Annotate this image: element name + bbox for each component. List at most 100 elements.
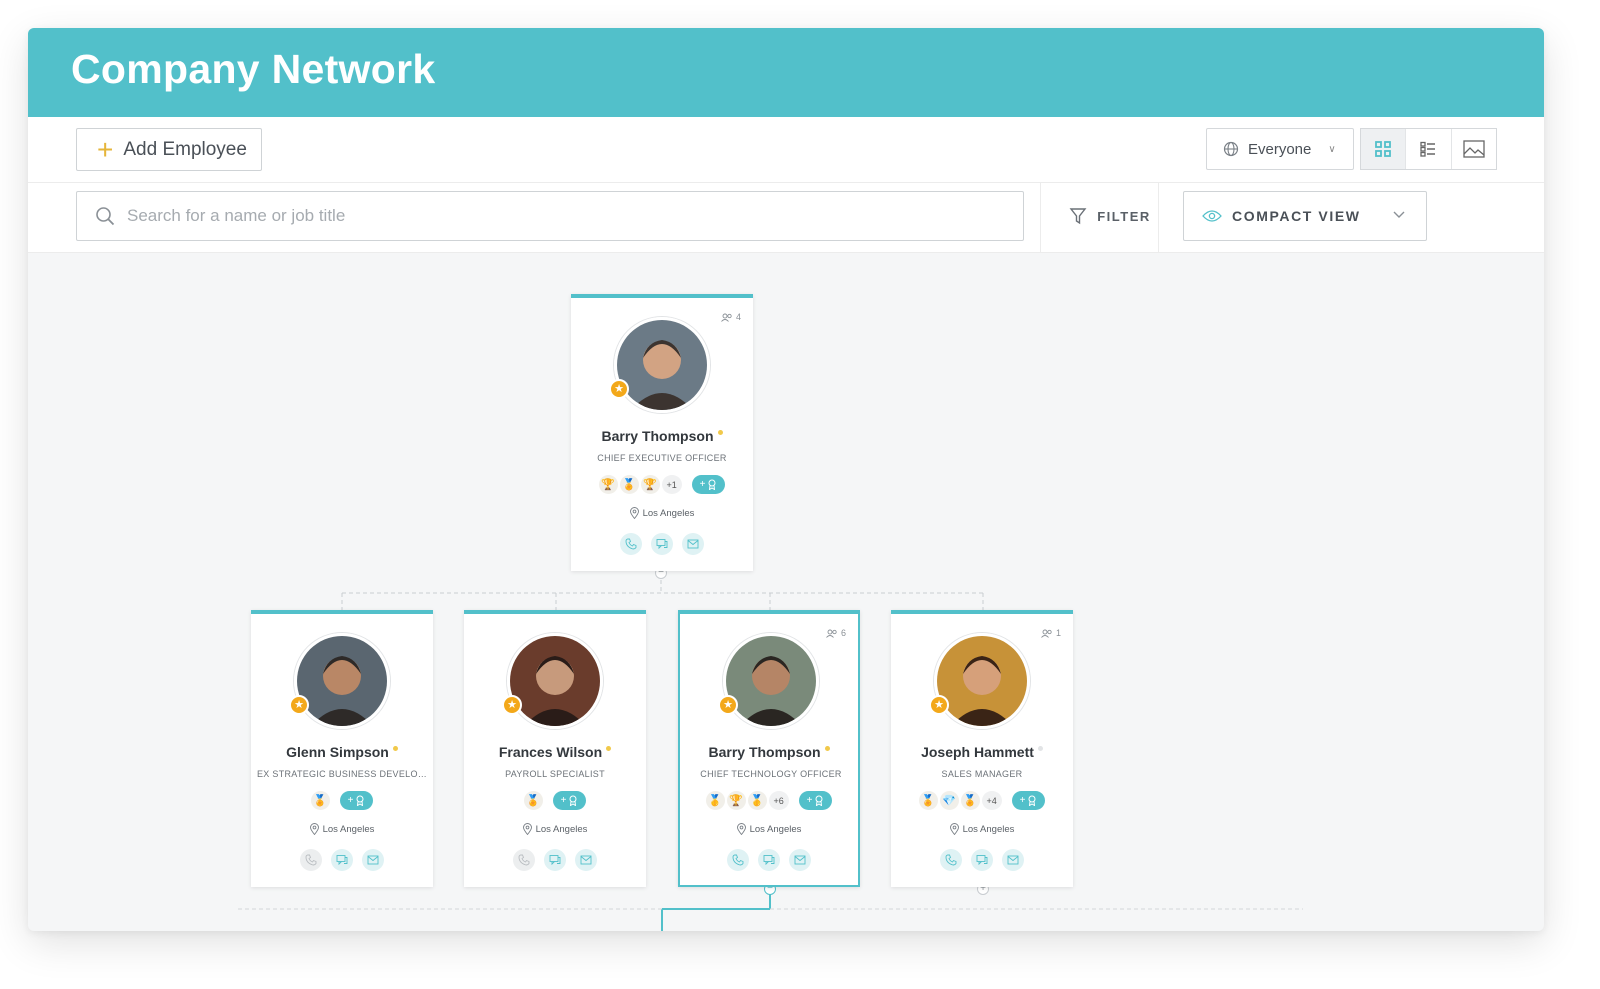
employee-name[interactable]: Barry Thompson (680, 744, 858, 760)
chat-icon (549, 855, 561, 866)
award-icon (569, 795, 577, 806)
add-employee-button[interactable]: + Add Employee (76, 128, 262, 171)
employee-name[interactable]: Barry Thompson (571, 428, 753, 444)
status-dot (824, 746, 830, 751)
people-icon (826, 629, 837, 638)
grid-icon (1375, 141, 1392, 157)
avatar (723, 633, 819, 729)
contact-actions (680, 849, 858, 871)
chevron-down-icon (1393, 211, 1405, 218)
more-badges-count[interactable]: +4 (981, 791, 1002, 810)
chat-button[interactable] (971, 849, 993, 871)
location: Los Angeles (464, 823, 646, 835)
chat-button[interactable] (331, 849, 353, 871)
reports-count-value: 4 (735, 312, 741, 322)
filter-button[interactable]: FILTER (1060, 191, 1160, 241)
search-icon (96, 207, 115, 226)
globe-icon (1223, 141, 1239, 157)
location-text: Los Angeles (642, 507, 695, 519)
badge-row: 🏅 + (464, 791, 646, 810)
employee-name[interactable]: Frances Wilson (464, 744, 646, 760)
phone-button[interactable] (727, 849, 749, 871)
employee-card[interactable]: 6 ★ Barry Thompson CHIEF TECHNOLOGY OFFI… (678, 610, 860, 887)
star-icon: ★ (289, 695, 309, 715)
employee-card[interactable]: 1 ★ Joseph Hammett SALES MANAGER 🏅 💎 🏅 +4 + … (891, 610, 1073, 887)
chat-button[interactable] (651, 533, 673, 555)
image-icon (1463, 140, 1485, 158)
employee-name[interactable]: Joseph Hammett (891, 744, 1073, 760)
phone-button[interactable] (620, 533, 642, 555)
plus-icon: + (560, 795, 567, 806)
chat-button[interactable] (544, 849, 566, 871)
email-button[interactable] (789, 849, 811, 871)
job-title: EX STRATEGIC BUSINESS DEVELOP... (257, 769, 427, 779)
app-window: Company Network + Add Employee Everyone … (28, 28, 1544, 931)
eye-icon (1202, 210, 1222, 222)
avatar (614, 317, 710, 413)
give-badge-button[interactable]: + (339, 791, 374, 810)
view-toggle-group (1360, 128, 1497, 170)
employee-name-text: Barry Thompson (708, 744, 821, 760)
give-badge-button[interactable]: + (552, 791, 587, 810)
employee-name-text: Barry Thompson (601, 428, 714, 444)
award-badge-icon: 🥇 (705, 791, 725, 810)
location-pin-icon (949, 823, 959, 835)
avatar (294, 633, 390, 729)
employee-card[interactable]: ★ Glenn Simpson EX STRATEGIC BUSINESS DE… (251, 610, 433, 887)
employee-card[interactable]: ★ Frances Wilson PAYROLL SPECIALIST 🏅 + L… (464, 610, 646, 887)
chat-button[interactable] (758, 849, 780, 871)
give-badge-button[interactable]: + (691, 475, 726, 494)
list-view-button[interactable] (1406, 129, 1452, 169)
email-button[interactable] (362, 849, 384, 871)
phone-button[interactable] (513, 849, 535, 871)
plus-icon: + (97, 133, 114, 165)
employee-name-text: Glenn Simpson (286, 744, 389, 760)
contact-actions (464, 849, 646, 871)
divider (1158, 183, 1159, 253)
reports-count-value: 1 (1055, 628, 1061, 638)
mail-icon (367, 855, 379, 865)
more-badges-count[interactable]: +1 (661, 475, 682, 494)
employee-name[interactable]: Glenn Simpson (251, 744, 433, 760)
phone-icon (732, 854, 744, 866)
award-icon (356, 795, 364, 806)
plus-icon: + (699, 479, 706, 490)
star-icon: ★ (502, 695, 522, 715)
status-dot (1037, 746, 1043, 751)
chat-icon (976, 855, 988, 866)
contact-actions (891, 849, 1073, 871)
location-pin-icon (629, 507, 639, 519)
filter-label: FILTER (1097, 208, 1151, 224)
give-badge-button[interactable]: + (1011, 791, 1046, 810)
image-view-button[interactable] (1452, 129, 1496, 169)
email-button[interactable] (1002, 849, 1024, 871)
reports-count-value: 6 (840, 628, 846, 638)
search-input[interactable] (127, 206, 987, 226)
reports-count: 6 (826, 628, 846, 638)
email-button[interactable] (682, 533, 704, 555)
phone-button[interactable] (300, 849, 322, 871)
view-mode-dropdown[interactable]: COMPACT VIEW (1183, 191, 1427, 241)
org-chart-canvas: − − + 4 ★ Barry Thompson CHIEF EXECUTIVE… (28, 253, 1544, 931)
reports-count: 4 (721, 312, 741, 322)
phone-button[interactable] (940, 849, 962, 871)
location-pin-icon (522, 823, 532, 835)
people-icon (721, 313, 732, 322)
mail-icon (794, 855, 806, 865)
employee-name-text: Joseph Hammett (921, 744, 1034, 760)
view-mode-label: COMPACT VIEW (1232, 208, 1361, 224)
filter-icon (1069, 208, 1087, 225)
email-button[interactable] (575, 849, 597, 871)
award-badge-icon: 🏅 (310, 791, 330, 810)
more-badges-count[interactable]: +6 (768, 791, 789, 810)
chat-icon (336, 855, 348, 866)
audience-dropdown[interactable]: Everyone ∨ (1206, 128, 1354, 170)
location-pin-icon (309, 823, 319, 835)
location-text: Los Angeles (322, 823, 375, 835)
award-badge-icon: 🏆 (640, 475, 660, 494)
mail-icon (580, 855, 592, 865)
employee-card[interactable]: 4 ★ Barry Thompson CHIEF EXECUTIVE OFFIC… (571, 294, 753, 571)
grid-view-button[interactable] (1361, 129, 1407, 169)
give-badge-button[interactable]: + (798, 791, 833, 810)
award-badge-icon: 🏆 (726, 791, 746, 810)
